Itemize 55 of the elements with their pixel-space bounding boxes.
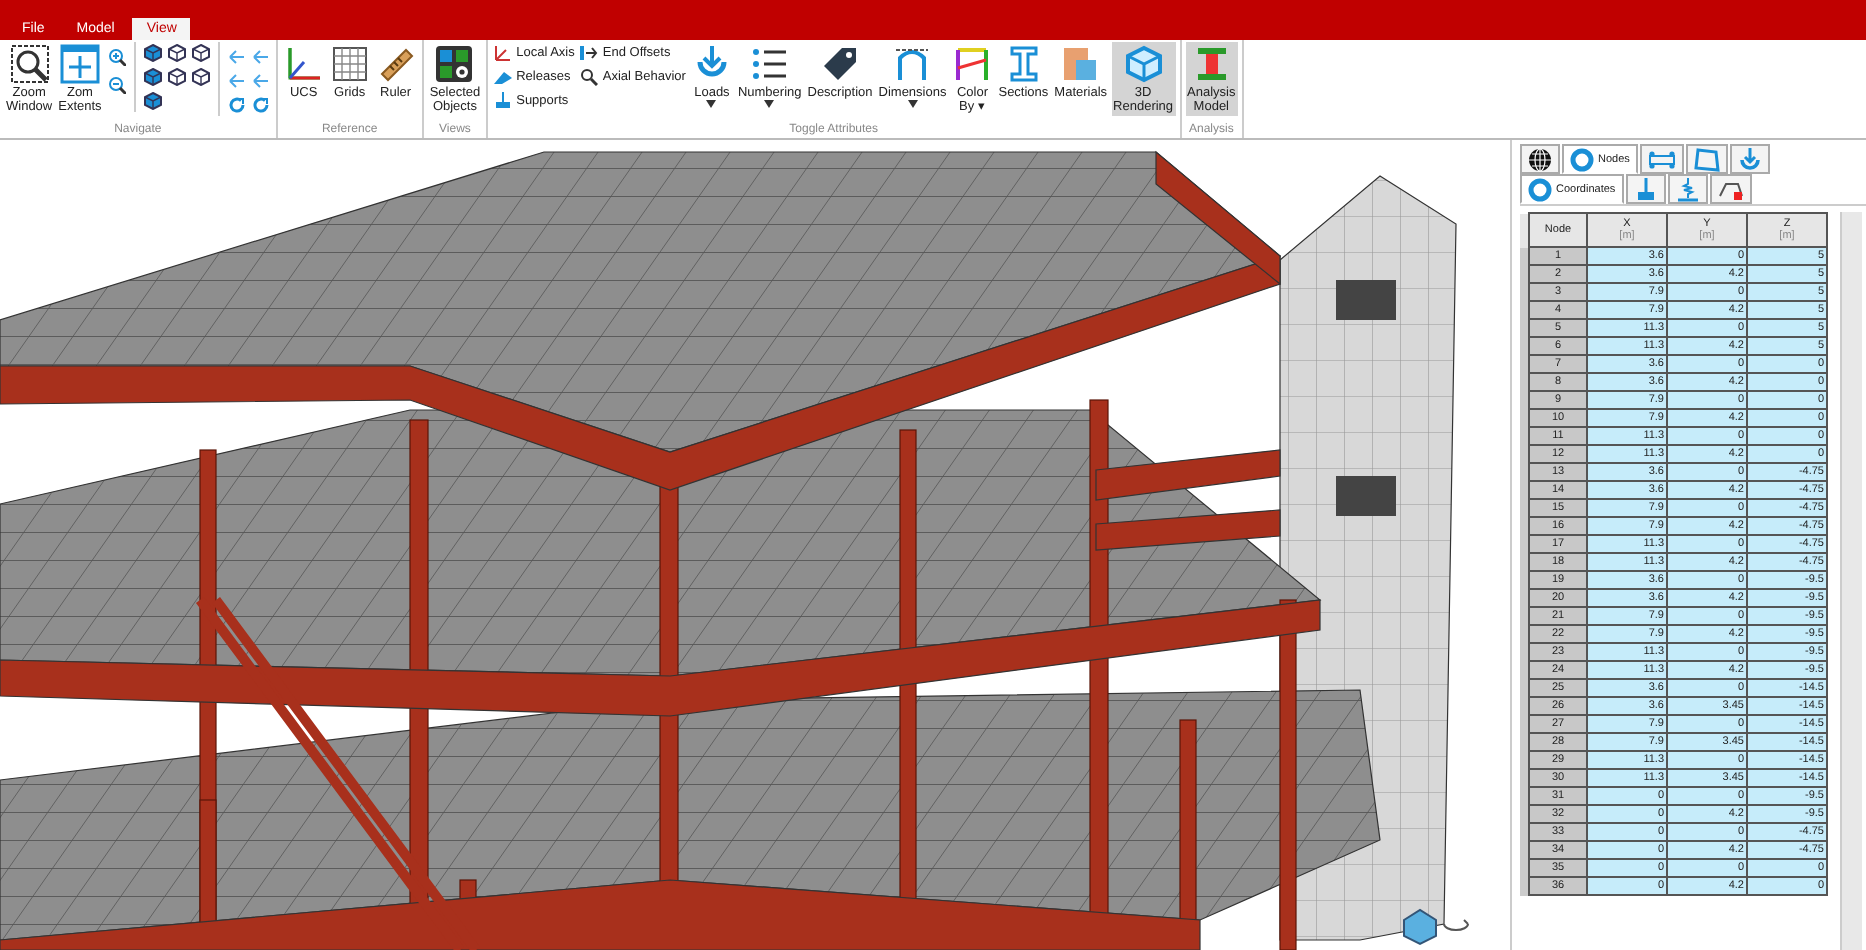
scrollbar[interactable] — [1840, 212, 1862, 950]
cube-icon — [143, 44, 162, 62]
view-button[interactable] — [189, 42, 212, 64]
offset-icon — [580, 44, 599, 62]
view-button[interactable] — [141, 90, 164, 112]
zoom-in-icon — [107, 48, 126, 66]
zoom-in-button[interactable] — [105, 46, 128, 68]
view-button[interactable] — [189, 66, 212, 88]
rotate-button[interactable] — [225, 94, 248, 116]
view-button[interactable] — [141, 42, 164, 64]
load-arrow-icon — [1737, 147, 1762, 171]
release-icon — [1717, 177, 1744, 201]
magnifier-icon — [580, 68, 599, 86]
zoom-out-icon — [107, 76, 126, 94]
beam-icon — [1647, 147, 1676, 171]
rotate-button[interactable] — [225, 70, 248, 92]
view-button[interactable] — [165, 66, 188, 88]
rotate-icon — [227, 96, 246, 114]
panel-tab[interactable] — [1520, 144, 1560, 174]
view-button[interactable] — [165, 42, 188, 64]
view-cube-icon — [1403, 908, 1437, 946]
material-blocks-icon — [1060, 44, 1101, 84]
panel-tab[interactable] — [1709, 174, 1752, 204]
grid-icon — [329, 44, 370, 84]
cube-icon — [143, 92, 162, 110]
rotate-icon — [1443, 919, 1469, 931]
numbered-list-icon — [749, 44, 790, 84]
zoom-out-button[interactable] — [105, 74, 128, 96]
globe-icon — [1528, 147, 1552, 171]
support-icon — [1633, 177, 1658, 201]
cube-icon — [1123, 44, 1164, 84]
cube-icon — [191, 68, 210, 86]
node-icon — [1528, 177, 1552, 201]
axes-icon — [283, 44, 324, 84]
dimension-icon — [892, 44, 933, 84]
release-icon — [494, 68, 513, 86]
plate-icon — [1693, 147, 1720, 171]
arrow-icon — [227, 48, 246, 66]
arrow-icon — [251, 48, 270, 66]
arrow-icon — [251, 72, 270, 90]
rotate-button[interactable] — [249, 70, 272, 92]
cube-icon — [167, 68, 186, 86]
axis-icon — [494, 44, 513, 62]
support-icon — [494, 92, 513, 110]
node-icon — [1570, 147, 1594, 171]
cube-icon — [143, 68, 162, 86]
colored-frame-icon — [952, 44, 993, 84]
spring-icon — [1675, 177, 1700, 201]
arrow-icon — [227, 72, 246, 90]
rotate-button[interactable] — [249, 46, 272, 68]
rotate-button[interactable] — [225, 46, 248, 68]
rotate-button[interactable] — [249, 94, 272, 116]
rotate-icon — [251, 96, 270, 114]
view-button[interactable] — [141, 66, 164, 88]
ruler-icon — [375, 44, 416, 84]
